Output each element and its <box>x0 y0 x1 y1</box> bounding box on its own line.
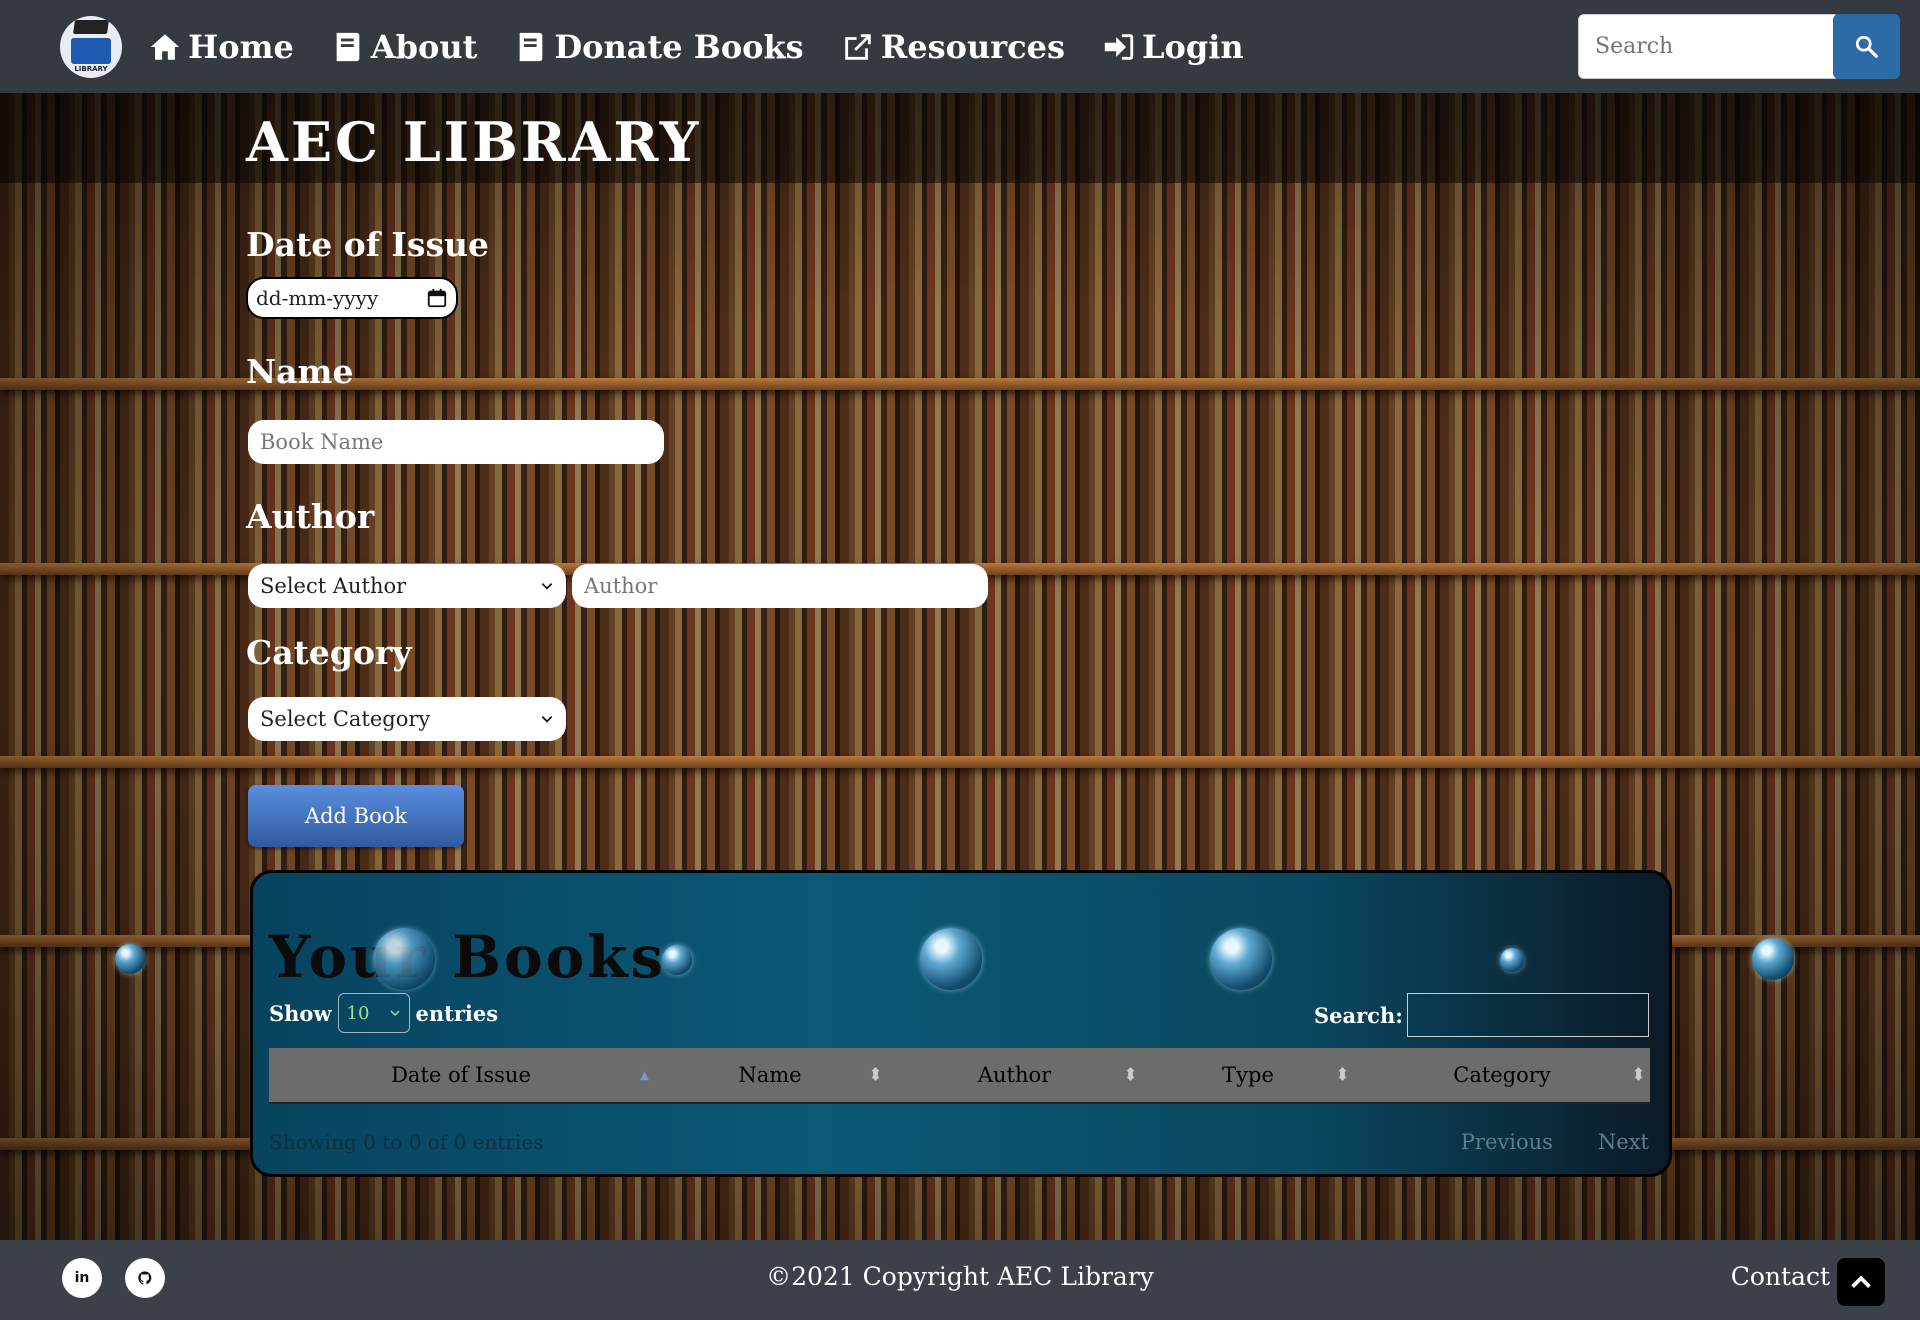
nav-login-label: Login <box>1141 27 1244 66</box>
category-label: Category <box>246 633 412 672</box>
entries-label: entries <box>415 1000 499 1026</box>
navbar: LIBRARY Home About Donate Books Resource… <box>0 0 1920 93</box>
name-label: Name <box>246 352 354 391</box>
column-name[interactable]: Name ⬍ <box>653 1048 887 1102</box>
author-input[interactable]: Author <box>572 564 988 608</box>
home-icon <box>150 33 180 60</box>
bubble-decoration <box>1500 948 1524 972</box>
site-title: AEC LIBRARY <box>246 110 702 174</box>
external-link-icon <box>844 33 871 60</box>
calendar-icon[interactable] <box>426 287 448 309</box>
nav-donate-books[interactable]: Donate Books <box>514 27 804 66</box>
nav-search-input[interactable] <box>1579 15 1839 78</box>
nav-about-label: About <box>370 27 478 66</box>
graduation-cap-icon <box>73 20 109 34</box>
nav-resources[interactable]: Resources <box>841 28 1065 66</box>
next-button[interactable]: Next <box>1598 1130 1649 1154</box>
table-search: Search: <box>1314 993 1649 1037</box>
bubble-decoration <box>115 944 145 974</box>
chevron-down-icon <box>541 716 553 723</box>
sort-icon: ⬍ <box>867 1064 883 1086</box>
author-label: Author <box>246 497 375 536</box>
copyright-text: ©2021 Copyright AEC Library <box>766 1262 1154 1291</box>
books-table-header: Date of Issue ▴ Name ⬍ Author ⬍ Type ⬍ C… <box>269 1048 1650 1104</box>
nav-home[interactable]: Home <box>148 28 294 66</box>
category-select-value: Select Category <box>260 707 431 731</box>
bubble-decoration <box>1210 928 1272 990</box>
column-header-label: Name <box>738 1063 802 1087</box>
author-placeholder: Author <box>584 574 658 598</box>
entries-select[interactable]: 10 <box>337 993 410 1033</box>
column-header-label: Type <box>1222 1063 1274 1087</box>
chevron-down-icon <box>541 583 553 590</box>
column-type[interactable]: Type ⬍ <box>1142 1048 1354 1102</box>
nav-resources-label: Resources <box>880 27 1065 66</box>
show-label: Show <box>269 1000 332 1026</box>
your-books-title: Your Books <box>269 923 667 991</box>
scroll-to-top-button[interactable] <box>1837 1258 1885 1306</box>
sign-in-icon <box>1104 33 1134 60</box>
nav-about[interactable]: About <box>331 27 478 66</box>
search-icon <box>1855 35 1878 58</box>
table-search-label: Search: <box>1313 1002 1403 1028</box>
date-of-issue-input[interactable]: dd-mm-yyyy <box>246 277 458 319</box>
add-book-button[interactable]: Add Book <box>248 785 464 847</box>
column-category[interactable]: Category ⬍ <box>1354 1048 1650 1102</box>
chevron-down-icon <box>390 1010 400 1017</box>
column-header-label: Category <box>1453 1063 1551 1087</box>
column-header-label: Date of Issue <box>391 1063 531 1087</box>
sort-icon: ⬍ <box>1122 1064 1138 1086</box>
bubble-decoration <box>1752 938 1794 980</box>
column-author[interactable]: Author ⬍ <box>887 1048 1142 1102</box>
contact-link[interactable]: Contact <box>1731 1262 1830 1291</box>
sort-ascending-icon: ▴ <box>639 1064 649 1086</box>
date-label: Date of Issue <box>246 225 490 264</box>
nav-links: Home About Donate Books Resources Login <box>148 0 1281 93</box>
entries-length-control: Show 10 entries <box>269 993 498 1033</box>
date-placeholder: dd-mm-yyyy <box>256 286 379 310</box>
logo-text: LIBRARY <box>74 65 108 73</box>
your-books-panel: Your Books Show 10 entries Search: Date … <box>250 870 1672 1177</box>
entries-select-value: 10 <box>346 1002 370 1024</box>
table-search-input[interactable] <box>1407 993 1649 1037</box>
pagination: Previous Next <box>1461 1130 1649 1154</box>
author-select-value: Select Author <box>260 574 407 598</box>
table-info: Showing 0 to 0 of 0 entries <box>269 1130 544 1154</box>
nav-home-label: Home <box>188 27 294 66</box>
footer: in ©2021 Copyright AEC Library Contact <box>0 1240 1920 1320</box>
book-icon <box>336 32 360 61</box>
category-select[interactable]: Select Category <box>248 697 566 741</box>
book-name-input[interactable]: Book Name <box>248 420 664 464</box>
search-button[interactable] <box>1833 14 1900 79</box>
column-header-label: Author <box>977 1063 1052 1087</box>
bubble-decoration <box>662 945 692 975</box>
sort-icon: ⬍ <box>1334 1064 1350 1086</box>
book-icon <box>71 38 111 64</box>
chevron-up-icon <box>1851 1275 1871 1288</box>
nav-donate-books-label: Donate Books <box>554 27 804 66</box>
previous-button[interactable]: Previous <box>1461 1130 1553 1154</box>
bubble-decoration <box>373 928 435 990</box>
nav-search-field <box>1578 14 1840 79</box>
author-select[interactable]: Select Author <box>248 564 566 608</box>
sort-icon: ⬍ <box>1630 1064 1646 1086</box>
bubble-decoration <box>920 928 982 990</box>
nav-login[interactable]: Login <box>1102 28 1244 66</box>
column-date-of-issue[interactable]: Date of Issue ▴ <box>269 1048 653 1102</box>
library-logo[interactable]: LIBRARY <box>60 16 122 78</box>
book-icon <box>520 32 543 61</box>
book-name-placeholder: Book Name <box>260 430 384 454</box>
